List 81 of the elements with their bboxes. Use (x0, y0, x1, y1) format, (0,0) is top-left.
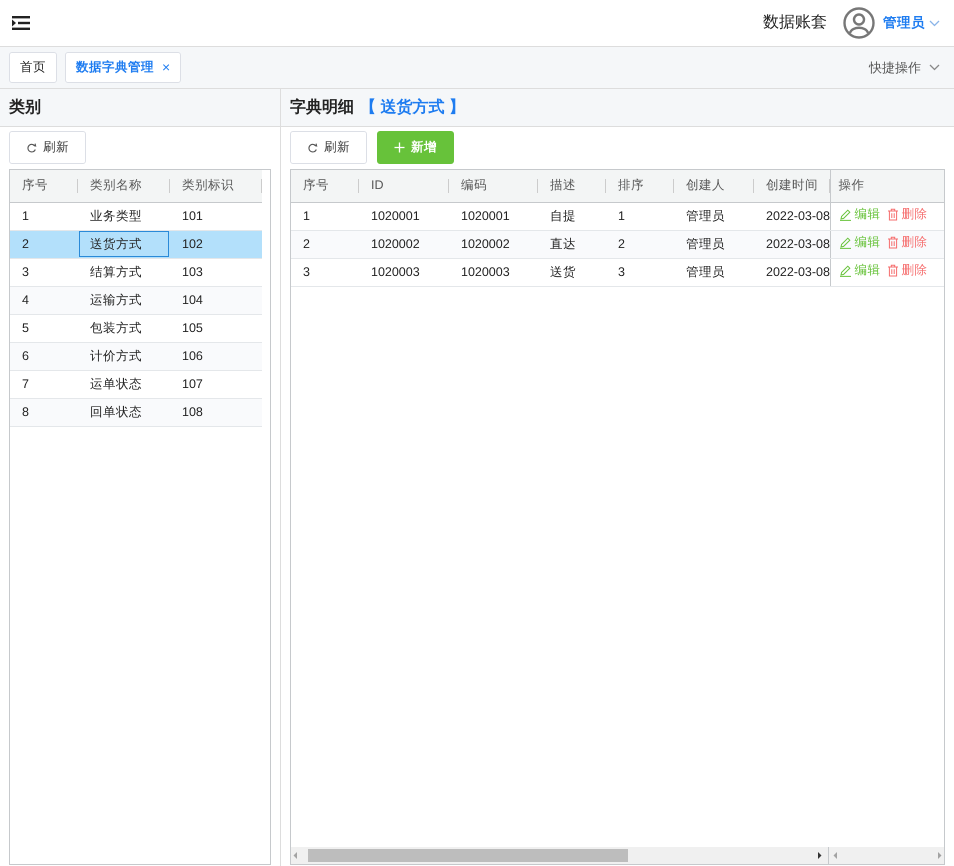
table-cell[interactable]: 4 (10, 286, 78, 314)
table-cell: 1020002 (449, 230, 538, 258)
table-cell[interactable]: 2 (10, 230, 78, 258)
table-cell[interactable]: 回单状态 (78, 398, 170, 426)
table-cell: 1 (291, 202, 359, 230)
table-cell[interactable]: 106 (170, 342, 262, 370)
table-cell: 1020003 (449, 258, 538, 286)
table-cell[interactable]: 7 (10, 370, 78, 398)
column-header: 描述 (538, 170, 606, 202)
table-cell[interactable]: 103 (170, 258, 262, 286)
table-cell[interactable]: 5 (10, 314, 78, 342)
table-cell: 2 (291, 230, 359, 258)
table-cell[interactable]: 101 (170, 202, 262, 230)
table-cell[interactable]: 包装方式 (78, 314, 170, 342)
column-header: 类别标识 (170, 170, 262, 202)
table-cell[interactable]: 3 (10, 258, 78, 286)
account-set-label[interactable]: 数据账套 (763, 11, 827, 35)
trash-icon (886, 208, 898, 222)
table-cell[interactable]: 107 (170, 370, 262, 398)
user-avatar-icon (843, 7, 875, 39)
trash-icon (886, 236, 898, 250)
chevron-down-icon (929, 20, 940, 26)
chevron-down-icon (929, 64, 940, 71)
table-cell: 送货 (538, 258, 606, 286)
quick-actions-menu[interactable]: 快捷操作 (869, 58, 940, 78)
table-cell[interactable]: 1 (10, 202, 78, 230)
table-cell: 管理员 (674, 202, 754, 230)
table-cell[interactable]: 102 (170, 230, 262, 258)
table-cell: 2022-03-08 (754, 202, 830, 230)
table-cell[interactable]: 108 (170, 398, 262, 426)
current-category-label: 【 送货方式 】 (360, 97, 465, 118)
refresh-icon (307, 142, 318, 153)
table-cell[interactable]: 送货方式 (78, 230, 170, 258)
table-cell: 1020002 (359, 230, 449, 258)
user-menu[interactable]: 管理员 (843, 7, 940, 39)
table-cell: 3 (291, 258, 359, 286)
table-cell[interactable]: 6 (10, 342, 78, 370)
table-cell: 1020003 (359, 258, 449, 286)
table-cell[interactable]: 计价方式 (78, 342, 170, 370)
table-cell[interactable]: 运单状态 (78, 370, 170, 398)
table-cell: 1 (606, 202, 674, 230)
column-header: 类别名称 (78, 170, 170, 202)
pencil-icon (838, 236, 852, 250)
table-cell: 2022-03-08 (754, 230, 830, 258)
pencil-icon (838, 264, 852, 278)
table-cell: 管理员 (674, 258, 754, 286)
refresh-button[interactable]: 刷新 (9, 131, 86, 164)
table-cell[interactable]: 运输方式 (78, 286, 170, 314)
page-tab[interactable]: 数据字典管理 × (65, 52, 182, 83)
table-cell: 1020001 (449, 202, 538, 230)
column-header: 编码 (449, 170, 538, 202)
pencil-icon (838, 208, 852, 222)
menu-toggle-icon[interactable] (12, 16, 30, 30)
table-cell: 3 (606, 258, 674, 286)
tab-close-button[interactable]: × (162, 57, 170, 78)
panel-title: 类别 (0, 89, 280, 127)
column-header: ID (359, 170, 449, 202)
refresh-icon (26, 142, 37, 153)
table-cell[interactable]: 104 (170, 286, 262, 314)
column-header: 排序 (606, 170, 674, 202)
table-cell: 1020001 (359, 202, 449, 230)
horizontal-scrollbar[interactable] (291, 847, 944, 864)
plus-icon (394, 142, 405, 153)
trash-icon (886, 264, 898, 278)
column-header: 序号 (10, 170, 78, 202)
table-cell[interactable]: 8 (10, 398, 78, 426)
refresh-button[interactable]: 刷新 (290, 131, 367, 164)
table-cell: 2022-03-08 (754, 258, 830, 286)
panel-title: 字典明细 (290, 97, 354, 118)
table-cell[interactable]: 结算方式 (78, 258, 170, 286)
page-tab[interactable]: 首页 (9, 52, 57, 83)
table-cell: 自提 (538, 202, 606, 230)
table-cell: 管理员 (674, 230, 754, 258)
table-cell: 直达 (538, 230, 606, 258)
column-header: 操作 (830, 170, 944, 202)
table-cell: 2 (606, 230, 674, 258)
table-cell[interactable]: 105 (170, 314, 262, 342)
table-cell[interactable]: 业务类型 (78, 202, 170, 230)
column-header: 序号 (291, 170, 359, 202)
column-header: 创建时间 (754, 170, 830, 202)
column-header: 创建人 (674, 170, 754, 202)
